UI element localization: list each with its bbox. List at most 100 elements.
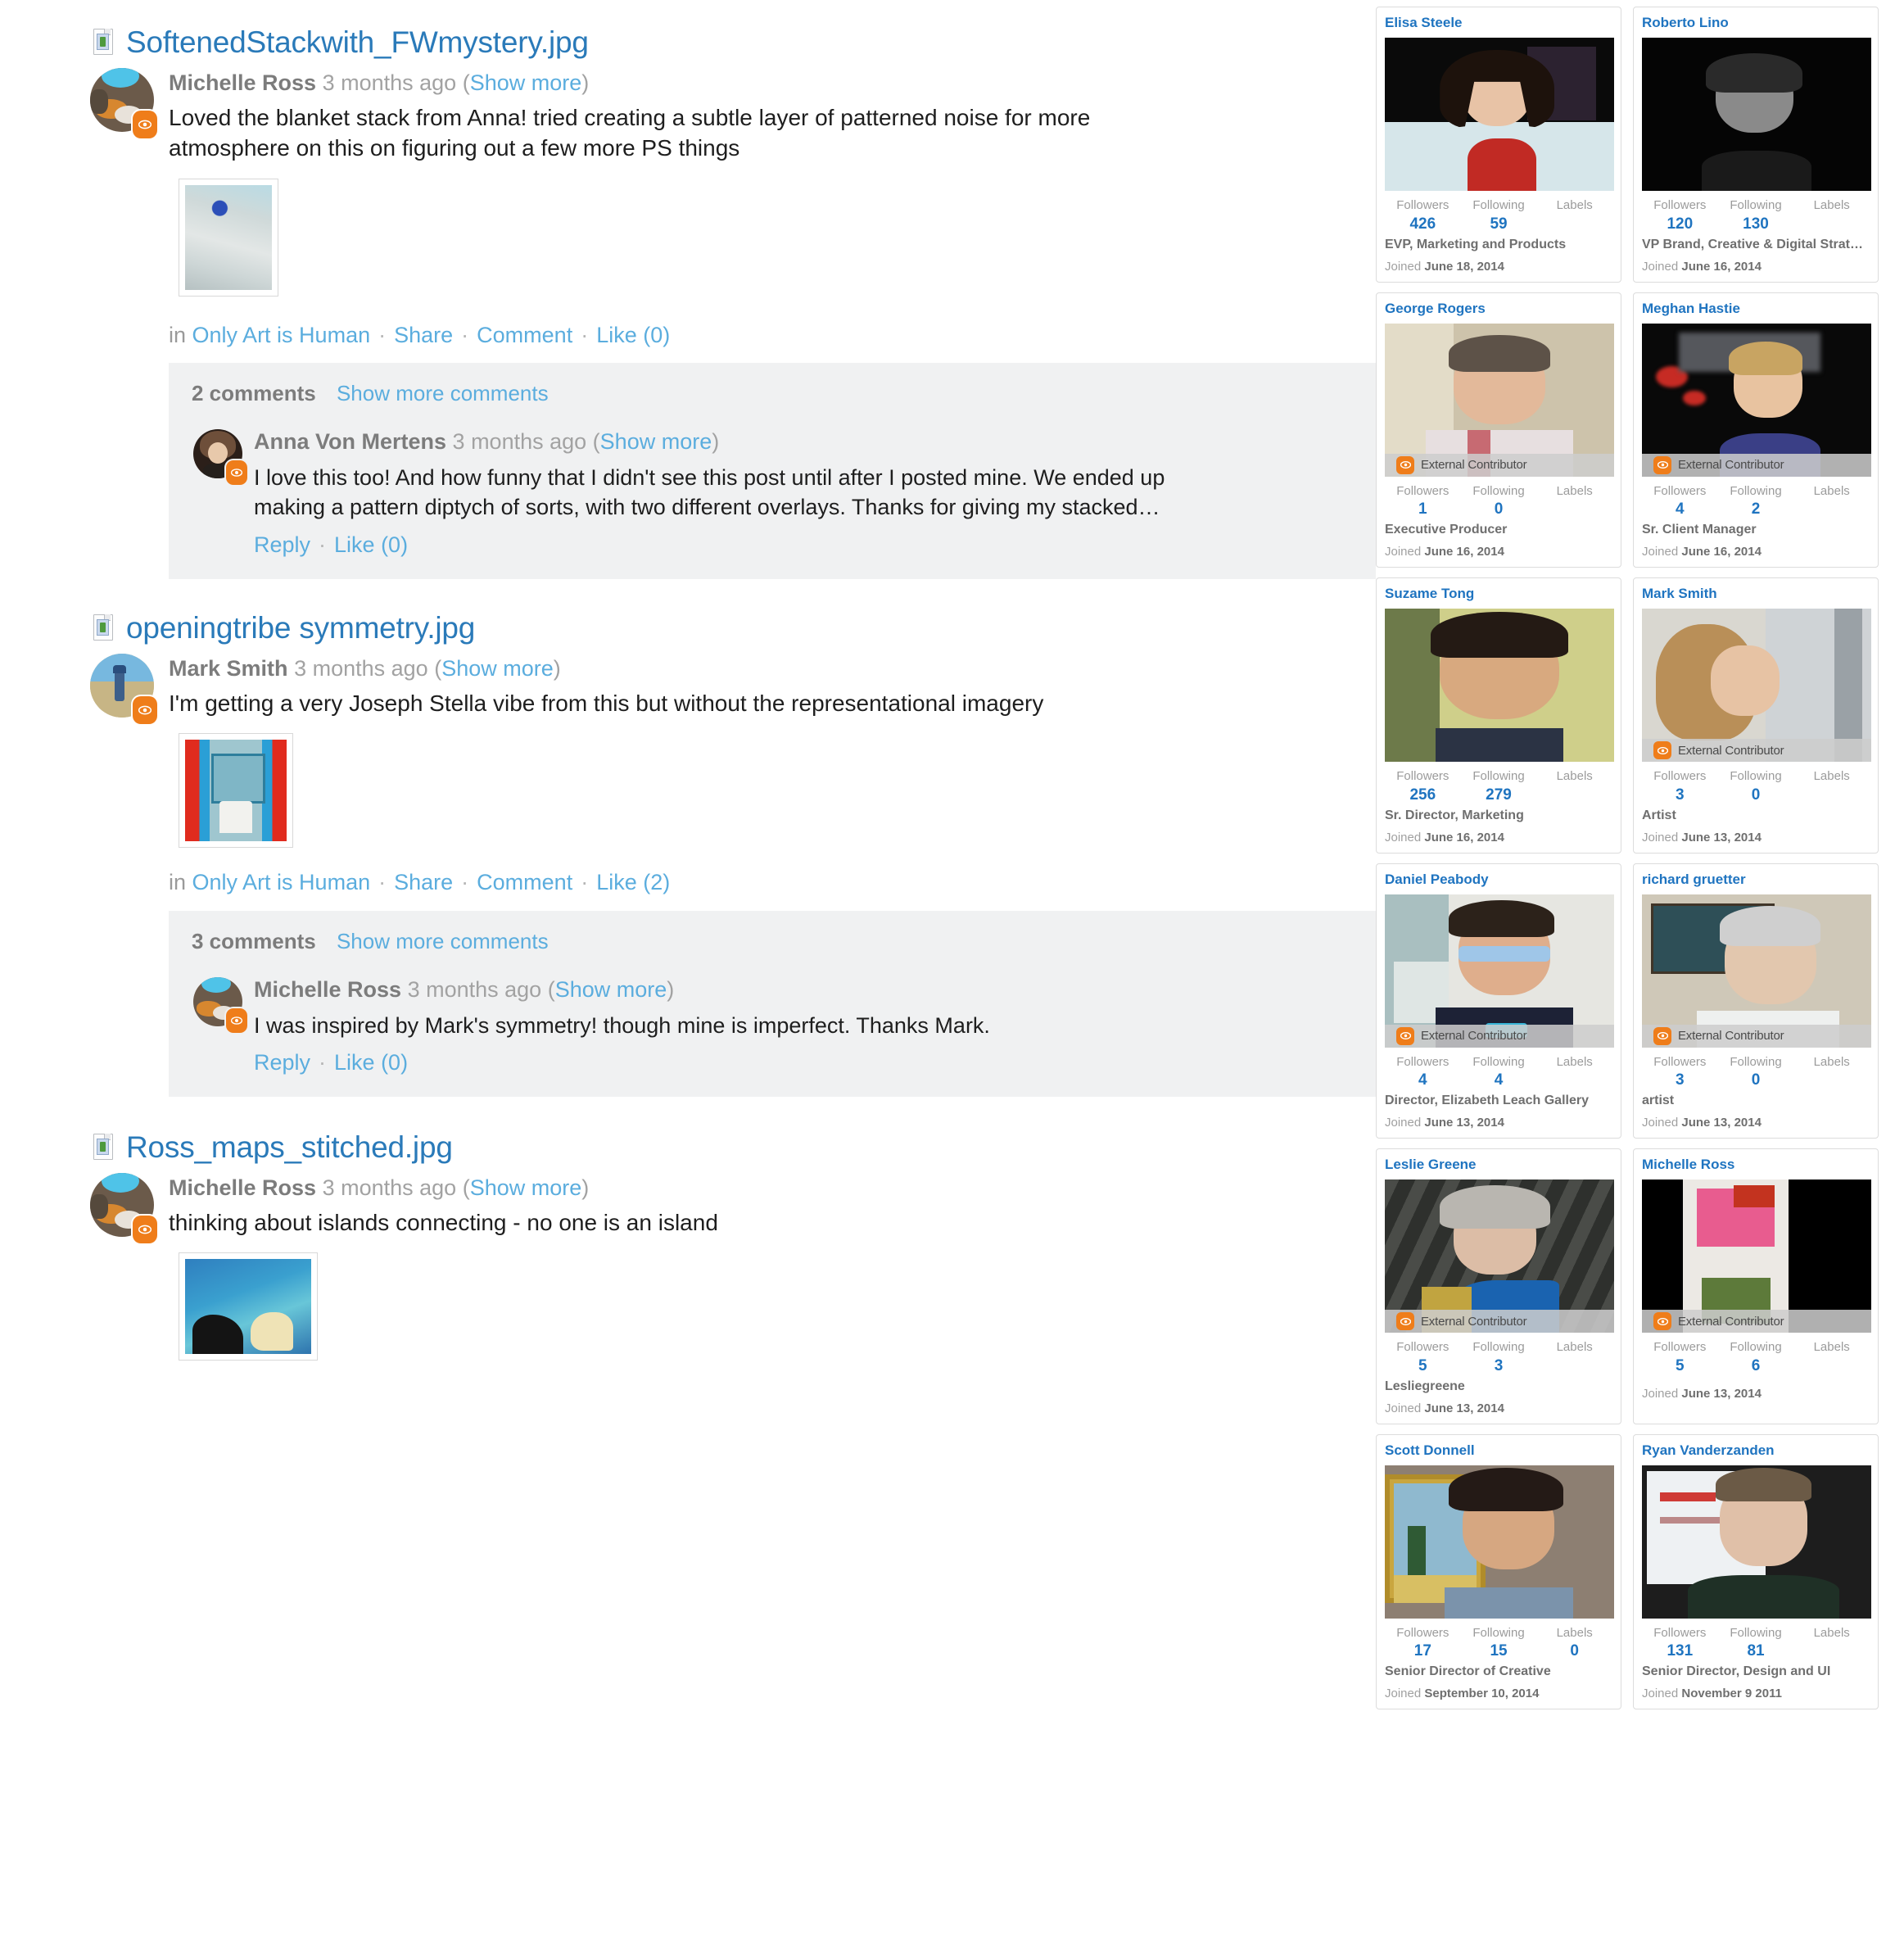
show-more-link[interactable]: Show more	[470, 70, 582, 95]
stat-following[interactable]: Following 0	[1718, 767, 1794, 805]
stat-following[interactable]: Following 2	[1718, 482, 1794, 520]
stat-labels[interactable]: Labels	[1536, 197, 1612, 234]
comment-like-link[interactable]: Like (0)	[334, 532, 408, 557]
stat-labels[interactable]: Labels	[1536, 1338, 1612, 1376]
stat-labels[interactable]: Labels	[1536, 1053, 1612, 1091]
profile-photo[interactable]: External Contributor	[1642, 1180, 1871, 1333]
profile-card[interactable]: Ryan Vanderzanden Followers 131 Following 81…	[1633, 1433, 1879, 1709]
profile-name-link[interactable]: Meghan Hastie	[1642, 301, 1870, 317]
stat-labels[interactable]: Labels	[1536, 767, 1612, 805]
share-link[interactable]: Share	[394, 323, 453, 347]
profile-card[interactable]: Scott Donnell Followers 17 Following 15 Label…	[1376, 1433, 1621, 1709]
profile-photo[interactable]	[1385, 38, 1614, 191]
stat-following[interactable]: Following 81	[1718, 1624, 1794, 1662]
profile-name-link[interactable]: Mark Smith	[1642, 586, 1870, 602]
profile-name-link[interactable]: Leslie Greene	[1385, 1157, 1612, 1173]
profile-photo[interactable]	[1385, 1465, 1614, 1619]
profile-name-link[interactable]: richard gruetter	[1642, 872, 1870, 888]
profile-photo[interactable]	[1385, 609, 1614, 762]
stat-labels[interactable]: Labels	[1793, 1053, 1870, 1091]
stat-following[interactable]: Following 0	[1461, 482, 1537, 520]
comment-author[interactable]: Anna Von Mertens	[254, 429, 446, 454]
like-link[interactable]: Like (0)	[596, 323, 670, 347]
profile-name-link[interactable]: Ryan Vanderzanden	[1642, 1442, 1870, 1459]
comment-link[interactable]: Comment	[477, 870, 572, 894]
stat-labels[interactable]: Labels	[1793, 1624, 1870, 1662]
profile-photo[interactable]	[1642, 38, 1871, 191]
post-thumbnail[interactable]	[179, 733, 293, 849]
reply-link[interactable]: Reply	[254, 532, 310, 557]
profile-name-link[interactable]: Michelle Ross	[1642, 1157, 1870, 1173]
stat-followers[interactable]: Followers 4	[1385, 1053, 1461, 1091]
profile-photo[interactable]: External Contributor	[1385, 323, 1614, 477]
stat-labels[interactable]: Labels	[1536, 482, 1612, 520]
stat-followers[interactable]: Followers 1	[1385, 482, 1461, 520]
comment-author[interactable]: Michelle Ross	[254, 977, 401, 1002]
profile-photo[interactable]: External Contributor	[1642, 609, 1871, 762]
profile-name-link[interactable]: Suzame Tong	[1385, 586, 1612, 602]
show-more-comments-link[interactable]: Show more comments	[337, 381, 549, 405]
stat-following[interactable]: Following 15	[1461, 1624, 1537, 1662]
stat-following[interactable]: Following 4	[1461, 1053, 1537, 1091]
avatar[interactable]	[90, 653, 157, 1097]
stat-followers[interactable]: Followers 4	[1642, 482, 1718, 520]
profile-card[interactable]: Daniel Peabody External Contributor Follow…	[1376, 863, 1621, 1139]
avatar[interactable]	[90, 1172, 157, 1370]
profile-card[interactable]: Elisa Steele Followers 426 Following 59 Label…	[1376, 7, 1621, 283]
comment-avatar[interactable]	[193, 428, 247, 558]
post-author[interactable]: Michelle Ross	[169, 1175, 316, 1200]
profile-name-link[interactable]: Scott Donnell	[1385, 1442, 1612, 1459]
stat-following[interactable]: Following 6	[1718, 1338, 1794, 1376]
stat-followers[interactable]: Followers 426	[1385, 197, 1461, 234]
stat-followers[interactable]: Followers 5	[1385, 1338, 1461, 1376]
post-filename-link[interactable]: openingtribe symmetry.jpg	[126, 611, 475, 645]
stat-following[interactable]: Following 3	[1461, 1338, 1537, 1376]
comment-avatar[interactable]	[193, 976, 247, 1075]
stat-following[interactable]: Following 59	[1461, 197, 1537, 234]
stat-labels[interactable]: Labels	[1793, 767, 1870, 805]
stat-followers[interactable]: Followers 3	[1642, 767, 1718, 805]
avatar[interactable]	[90, 67, 157, 579]
post-thumbnail[interactable]	[179, 1252, 318, 1361]
profile-photo[interactable]: External Contributor	[1385, 1180, 1614, 1333]
group-link[interactable]: Only Art is Human	[192, 323, 371, 347]
show-more-link[interactable]: Show more	[441, 656, 554, 681]
profile-card[interactable]: richard gruetter External Contributor Foll…	[1633, 863, 1879, 1139]
comment-link[interactable]: Comment	[477, 323, 572, 347]
profile-name-link[interactable]: Daniel Peabody	[1385, 872, 1612, 888]
stat-followers[interactable]: Followers 256	[1385, 767, 1461, 805]
profile-card[interactable]: Michelle Ross External Contributor Followe…	[1633, 1148, 1879, 1424]
profile-card[interactable]: George Rogers External Contributor Followe…	[1376, 292, 1621, 568]
show-more-link[interactable]: Show more	[470, 1175, 582, 1200]
stat-followers[interactable]: Followers 120	[1642, 197, 1718, 234]
show-more-link[interactable]: Show more	[555, 977, 667, 1002]
stat-followers[interactable]: Followers 3	[1642, 1053, 1718, 1091]
stat-following[interactable]: Following 279	[1461, 767, 1537, 805]
stat-following[interactable]: Following 0	[1718, 1053, 1794, 1091]
show-more-link[interactable]: Show more	[600, 429, 712, 454]
show-more-comments-link[interactable]: Show more comments	[337, 929, 549, 953]
group-link[interactable]: Only Art is Human	[192, 870, 371, 894]
stat-labels[interactable]: Labels	[1793, 197, 1870, 234]
stat-labels[interactable]: Labels	[1793, 1338, 1870, 1376]
profile-photo[interactable]: External Contributor	[1642, 894, 1871, 1048]
post-thumbnail[interactable]	[179, 178, 278, 297]
reply-link[interactable]: Reply	[254, 1050, 310, 1075]
profile-card[interactable]: Meghan Hastie External Contributor Followe…	[1633, 292, 1879, 568]
profile-card[interactable]: Suzame Tong Followers 256 Following 279 Label…	[1376, 577, 1621, 854]
stat-followers[interactable]: Followers 5	[1642, 1338, 1718, 1376]
share-link[interactable]: Share	[394, 870, 453, 894]
stat-followers[interactable]: Followers 131	[1642, 1624, 1718, 1662]
profile-name-link[interactable]: Roberto Lino	[1642, 15, 1870, 31]
like-link[interactable]: Like (2)	[596, 870, 670, 894]
profile-name-link[interactable]: George Rogers	[1385, 301, 1612, 317]
post-filename-link[interactable]: SoftenedStackwith_FWmystery.jpg	[126, 25, 589, 60]
profile-photo[interactable]	[1642, 1465, 1871, 1619]
stat-following[interactable]: Following 130	[1718, 197, 1794, 234]
stat-labels[interactable]: Labels	[1793, 482, 1870, 520]
stat-labels[interactable]: Labels 0	[1536, 1624, 1612, 1662]
profile-photo[interactable]: External Contributor	[1385, 894, 1614, 1048]
post-filename-link[interactable]: Ross_maps_stitched.jpg	[126, 1130, 453, 1165]
post-author[interactable]: Mark Smith	[169, 656, 288, 681]
profile-photo[interactable]: External Contributor	[1642, 323, 1871, 477]
